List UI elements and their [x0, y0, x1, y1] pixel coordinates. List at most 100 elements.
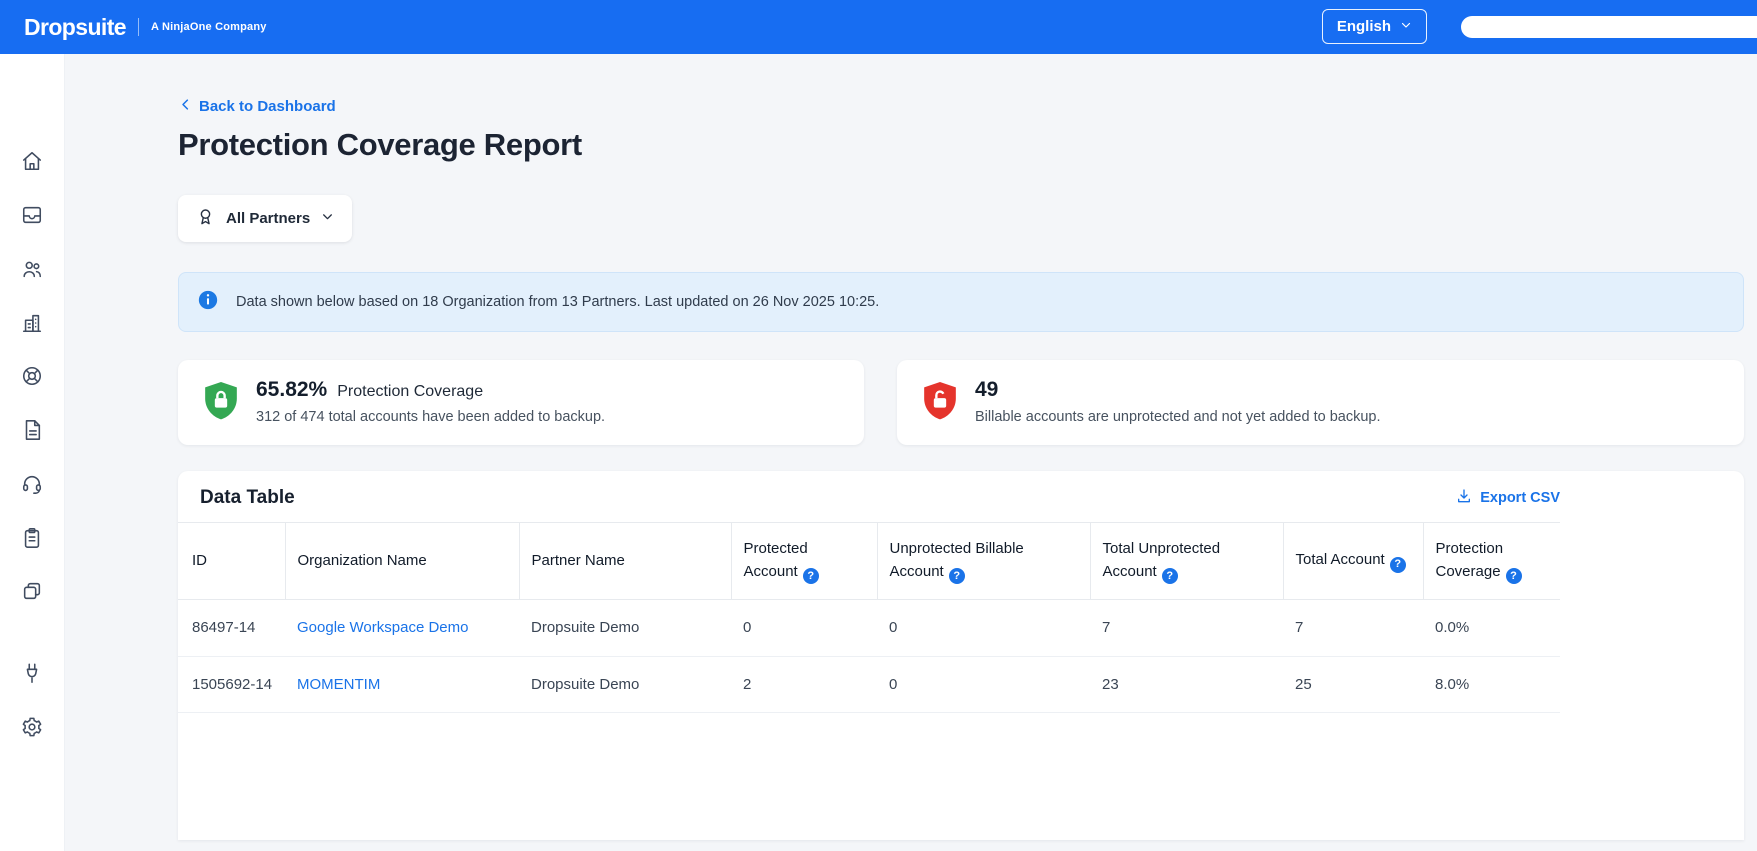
help-icon[interactable]: ?	[803, 568, 819, 584]
page-title: Protection Coverage Report	[178, 127, 1744, 163]
partner-filter-dropdown[interactable]: All Partners	[178, 195, 352, 242]
back-to-dashboard-link[interactable]: Back to Dashboard	[178, 97, 336, 116]
protection-coverage-label: Protection Coverage	[337, 383, 483, 401]
chevron-down-icon	[1400, 18, 1412, 35]
column-header-id: ID	[178, 523, 285, 600]
cell-coverage: 0.0%	[1423, 599, 1560, 656]
export-csv-link[interactable]: Export CSV	[1456, 488, 1560, 508]
invoice-icon	[21, 419, 43, 444]
column-label: Protected Account	[744, 540, 808, 580]
data-table-header: Data Table Export CSV	[178, 487, 1560, 509]
brand-divider	[138, 18, 139, 36]
sidebar-item-support[interactable]	[15, 472, 49, 498]
cell-total_unprotected: 7	[1090, 599, 1283, 656]
chevron-down-icon	[321, 210, 334, 227]
cell-coverage: 8.0%	[1423, 656, 1560, 713]
sidebar-item-users[interactable]	[15, 257, 49, 283]
export-csv-label: Export CSV	[1480, 490, 1560, 506]
language-label: English	[1337, 18, 1391, 35]
sidebar-item-reports[interactable]	[15, 580, 49, 606]
back-link-label: Back to Dashboard	[199, 98, 336, 115]
table-row: 1505692-14 MOMENTIM Dropsuite Demo2023258.…	[178, 656, 1560, 713]
info-icon	[197, 289, 219, 315]
copy-icon	[21, 580, 43, 605]
cell-organization: Google Workspace Demo	[285, 599, 519, 656]
help-icon[interactable]: ?	[1162, 568, 1178, 584]
inbox-icon	[21, 204, 43, 229]
sidebar-item-invoices[interactable]	[15, 419, 49, 445]
main-content: Back to Dashboard Protection Coverage Re…	[65, 54, 1757, 851]
sidebar-nav	[0, 54, 65, 851]
column-header-partner: Partner Name	[519, 523, 731, 600]
organization-link[interactable]: Google Workspace Demo	[297, 619, 468, 636]
data-table-title: Data Table	[200, 487, 295, 509]
help-icon[interactable]: ?	[949, 568, 965, 584]
column-label: Total Account	[1296, 551, 1385, 568]
cell-organization: MOMENTIM	[285, 656, 519, 713]
organization-link[interactable]: MOMENTIM	[297, 676, 380, 693]
column-header-total_account: Total Account?	[1283, 523, 1423, 600]
unprotected-accounts-card: 49 Billable accounts are unprotected and…	[897, 360, 1744, 445]
top-bar: Dropsuite A NinjaOne Company English	[0, 0, 1757, 54]
shield-lock-icon	[202, 380, 240, 427]
sidebar-item-settings[interactable]	[15, 715, 49, 741]
column-header-unprotected_billable: Unprotected Billable Account?	[877, 523, 1090, 600]
column-header-coverage: Protection Coverage?	[1423, 523, 1560, 600]
app-window: Dropsuite A NinjaOne Company English	[0, 0, 1757, 851]
building-icon	[21, 312, 43, 337]
sidebar-item-home[interactable]	[15, 150, 49, 176]
chevron-left-icon	[178, 97, 193, 116]
column-header-total_unprotected: Total Unprotected Account?	[1090, 523, 1283, 600]
award-icon	[196, 207, 215, 230]
protection-card-body: 65.82% Protection Coverage 312 of 474 to…	[256, 378, 605, 425]
cell-id: 1505692-14	[178, 656, 285, 713]
data-table: ID Organization Name Partner Name Protected…	[178, 522, 1560, 713]
sidebar-item-discover[interactable]	[15, 365, 49, 391]
sidebar-item-audit[interactable]	[15, 526, 49, 552]
cell-unprotected_billable: 0	[877, 656, 1090, 713]
unprotected-accounts-description: Billable accounts are unprotected and no…	[975, 409, 1380, 425]
data-table-card: Data Table Export CSV ID Organization Nam…	[178, 471, 1744, 840]
cell-total_account: 7	[1283, 599, 1423, 656]
cell-partner: Dropsuite Demo	[519, 599, 731, 656]
column-header-protected: Protected Account?	[731, 523, 877, 600]
unprotected-card-body: 49 Billable accounts are unprotected and…	[975, 378, 1380, 425]
sidebar-item-organizations[interactable]	[15, 311, 49, 337]
users-icon	[21, 258, 43, 283]
help-icon[interactable]: ?	[1506, 568, 1522, 584]
headset-icon	[21, 473, 43, 498]
cell-id: 86497-14	[178, 599, 285, 656]
cell-partner: Dropsuite Demo	[519, 656, 731, 713]
cell-protected: 2	[731, 656, 877, 713]
clipboard-icon	[21, 527, 43, 552]
protection-coverage-card: 65.82% Protection Coverage 312 of 474 to…	[178, 360, 864, 445]
sidebar-item-integrations[interactable]	[15, 662, 49, 688]
header-pill	[1461, 16, 1757, 38]
column-header-organization: Organization Name	[285, 523, 519, 600]
summary-cards: 65.82% Protection Coverage 312 of 474 to…	[178, 360, 1744, 445]
cell-total_account: 25	[1283, 656, 1423, 713]
column-label: Partner Name	[532, 552, 625, 569]
sidebar-item-backups[interactable]	[15, 204, 49, 230]
brand-tagline: A NinjaOne Company	[151, 21, 267, 33]
info-banner-text: Data shown below based on 18 Organizatio…	[236, 294, 879, 310]
table-row: 86497-14 Google Workspace Demo Dropsuite D…	[178, 599, 1560, 656]
column-label: Protection Coverage	[1436, 540, 1504, 580]
brand-logo: Dropsuite	[24, 14, 126, 41]
home-icon	[21, 150, 43, 175]
column-label: ID	[192, 552, 207, 569]
info-banner: Data shown below based on 18 Organizatio…	[178, 272, 1744, 332]
protection-coverage-value: 65.82%	[256, 378, 327, 402]
partner-filter-label: All Partners	[226, 210, 310, 227]
help-icon[interactable]: ?	[1390, 557, 1406, 573]
table-header-row: ID Organization Name Partner Name Protected…	[178, 523, 1560, 600]
shield-unlock-icon	[921, 380, 959, 427]
cell-total_unprotected: 23	[1090, 656, 1283, 713]
lifebuoy-icon	[21, 365, 43, 390]
column-label: Organization Name	[298, 552, 427, 569]
cell-unprotected_billable: 0	[877, 599, 1090, 656]
download-icon	[1456, 488, 1472, 508]
plug-icon	[21, 662, 43, 687]
language-selector[interactable]: English	[1322, 9, 1427, 44]
cell-protected: 0	[731, 599, 877, 656]
